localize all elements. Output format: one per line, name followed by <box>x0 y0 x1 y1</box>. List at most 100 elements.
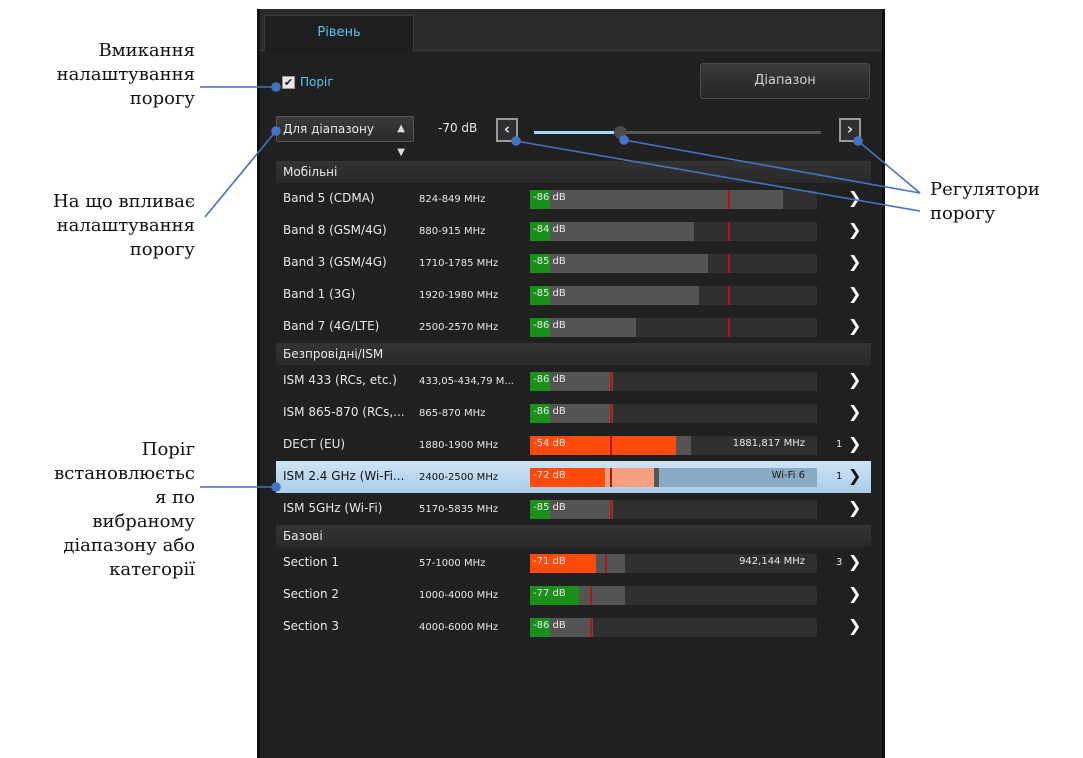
level-value: -86 dB <box>533 374 566 385</box>
tab-level[interactable]: Рівень <box>264 15 414 51</box>
threshold-marker <box>610 372 612 391</box>
threshold-decrease-button[interactable]: ‹ <box>496 118 518 142</box>
level-value: -54 dB <box>533 438 566 449</box>
level-value: -86 dB <box>533 620 566 631</box>
band-frequency: 1000-4000 MHz <box>419 590 499 601</box>
level-bar: -86 dB <box>530 190 817 209</box>
section-header: Мобільні <box>276 161 871 183</box>
level-bar: -77 dB <box>530 586 817 605</box>
chevron-right-icon[interactable]: ❯ <box>848 252 861 271</box>
band-frequency: 1880-1900 MHz <box>419 440 499 451</box>
updown-arrows-icon: ▲ ▼ <box>397 123 405 158</box>
level-value: -86 dB <box>533 192 566 203</box>
band-row[interactable]: Band 3 (GSM/4G) 1710-1785 MHz -85 dB ❯ <box>276 247 871 279</box>
chevron-right-icon[interactable]: ❯ <box>848 498 861 517</box>
band-row[interactable]: Band 7 (4G/LTE) 2500-2570 MHz -86 dB ❯ <box>276 311 871 343</box>
range-button[interactable]: Діапазон <box>700 63 870 99</box>
band-row[interactable]: Section 1 57-1000 MHz -71 dB 942,144 MHz 3 ❯ <box>276 547 871 579</box>
band-frequency: 57-1000 MHz <box>419 558 486 569</box>
threshold-marker <box>728 254 730 273</box>
level-bar: -86 dB <box>530 372 817 391</box>
level-value: -77 dB <box>533 588 566 599</box>
band-info: Wi-Fi 6 <box>771 470 805 481</box>
band-name: Section 1 <box>283 555 340 569</box>
threshold-value: -70 dB <box>438 121 478 135</box>
band-row[interactable]: ISM 5GHz (Wi-Fi) 5170-5835 MHz -85 dB ❯ <box>276 493 871 525</box>
annotation-line: категорії <box>109 559 195 580</box>
chevron-right-icon[interactable]: ❯ <box>848 434 861 453</box>
level-bar: -86 dB <box>530 404 817 423</box>
level-value: -71 dB <box>533 556 566 567</box>
threshold-marker <box>728 318 730 337</box>
signal-count: 3 <box>836 557 843 568</box>
level-panel: Рівень ✔ Поріг Діапазон Для діапазону ▲ ▼… <box>257 9 885 758</box>
annotation-line: Регулятори <box>930 179 1040 200</box>
level-value: -72 dB <box>533 470 566 481</box>
annotation-line: порогу <box>930 203 996 224</box>
signal-count: 1 <box>836 471 843 482</box>
band-name: Band 5 (CDMA) <box>283 191 375 205</box>
chevron-right-icon[interactable]: ❯ <box>848 220 861 239</box>
band-row[interactable]: ISM 2.4 GHz (Wi-Fi... 2400-2500 MHz -72 dB… <box>276 461 871 493</box>
band-row[interactable]: Band 5 (CDMA) 824-849 MHz -86 dB ❯ <box>276 183 871 215</box>
chevron-right-icon[interactable]: ❯ <box>848 552 861 571</box>
threshold-scope-select[interactable]: Для діапазону ▲ ▼ <box>276 116 414 158</box>
threshold-marker <box>728 222 730 241</box>
threshold-slider-handle[interactable] <box>614 126 627 139</box>
threshold-increase-button[interactable]: › <box>839 118 861 142</box>
band-row[interactable]: ISM 865-870 (RCs,... 865-870 MHz -86 dB ❯ <box>276 397 871 429</box>
annotation-line: налаштування <box>56 215 195 236</box>
band-row[interactable]: Band 1 (3G) 1920-1980 MHz -85 dB ❯ <box>276 279 871 311</box>
annotation-selected: Поріг встановлюєтьс я по вибраному діапа… <box>54 438 195 582</box>
band-frequency: 433,05-434,79 M... <box>419 376 514 387</box>
band-row[interactable]: Band 8 (GSM/4G) 880-915 MHz -84 dB ❯ <box>276 215 871 247</box>
band-info: 942,144 MHz <box>739 556 805 567</box>
band-row[interactable]: Section 2 1000-4000 MHz -77 dB ❯ <box>276 579 871 611</box>
chevron-right-icon[interactable]: ❯ <box>848 370 861 389</box>
level-bar: -84 dB <box>530 222 817 241</box>
level-value: -85 dB <box>533 256 566 267</box>
band-name: Section 3 <box>283 619 340 633</box>
band-name: Band 3 (GSM/4G) <box>283 255 387 269</box>
chevron-right-icon[interactable]: ❯ <box>848 584 861 603</box>
band-name: Band 1 (3G) <box>283 287 356 301</box>
band-name: ISM 433 (RCs, etc.) <box>283 373 397 387</box>
chevron-right-icon[interactable]: ❯ <box>848 188 861 207</box>
chevron-right-icon[interactable]: ❯ <box>848 466 861 485</box>
threshold-marker <box>610 436 612 455</box>
band-row[interactable]: DECT (EU) 1880-1900 MHz -54 dB 1881,817 MHz… <box>276 429 871 461</box>
chevron-right-icon[interactable]: ❯ <box>848 316 861 335</box>
level-value: -86 dB <box>533 406 566 417</box>
annotation-line: налаштування <box>56 64 195 85</box>
annotation-line: На що впливає <box>53 191 195 212</box>
checkbox-checked-icon[interactable]: ✔ <box>282 75 295 89</box>
annotation-line: порогу <box>129 88 195 109</box>
chevron-right-icon[interactable]: ❯ <box>848 402 861 421</box>
threshold-toggle-label: Поріг <box>300 75 334 89</box>
band-name: DECT (EU) <box>283 437 346 451</box>
band-frequency: 824-849 MHz <box>419 194 486 205</box>
band-frequency: 5170-5835 MHz <box>419 504 499 515</box>
chevron-left-icon: ‹ <box>503 120 511 138</box>
level-bar: -85 dB <box>530 254 817 273</box>
band-row[interactable]: Section 3 4000-6000 MHz -86 dB ❯ <box>276 611 871 643</box>
level-bar-peak <box>605 468 654 487</box>
level-bar: -86 dB <box>530 618 817 637</box>
level-bar: -54 dB 1881,817 MHz <box>530 436 817 455</box>
level-value: -86 dB <box>533 320 566 331</box>
threshold-marker <box>590 586 592 605</box>
threshold-toggle[interactable]: ✔ Поріг <box>282 72 334 92</box>
threshold-marker <box>610 468 612 487</box>
band-info: 1881,817 MHz <box>732 438 805 449</box>
section-header: Безпровідні/ISM <box>276 343 871 365</box>
chevron-right-icon[interactable]: ❯ <box>848 284 861 303</box>
threshold-slider[interactable] <box>534 126 821 139</box>
band-row[interactable]: ISM 433 (RCs, etc.) 433,05-434,79 M... -86… <box>276 365 871 397</box>
level-value: -84 dB <box>533 224 566 235</box>
tab-strip: Рівень <box>260 9 882 51</box>
band-frequency: 4000-6000 MHz <box>419 622 499 633</box>
annotation-controls: Регулятори порогу <box>930 178 1040 226</box>
level-bar: -72 dB Wi-Fi 6 <box>530 468 817 487</box>
level-bar: -71 dB 942,144 MHz <box>530 554 817 573</box>
chevron-right-icon[interactable]: ❯ <box>848 616 861 635</box>
